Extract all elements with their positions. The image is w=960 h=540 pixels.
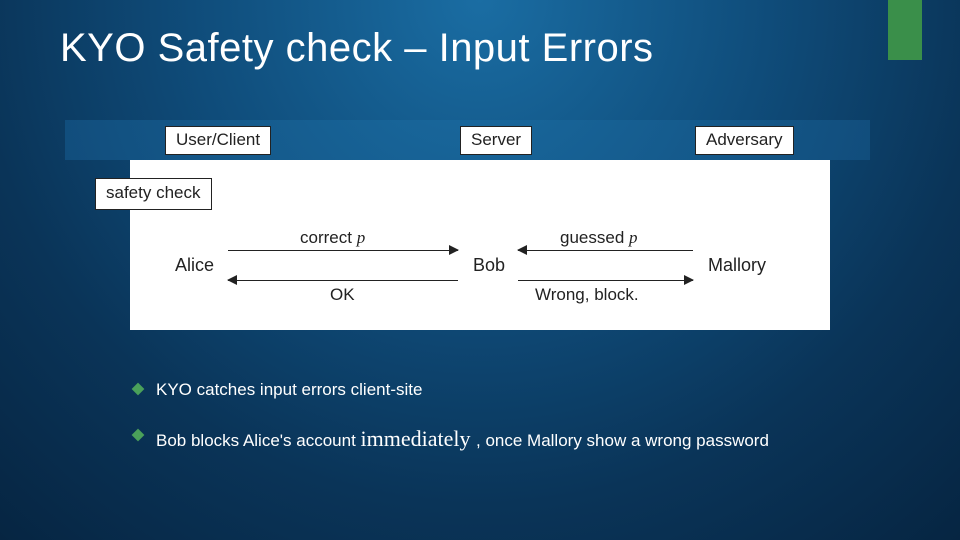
title-rest: Safety check – Input Errors [146,26,654,70]
label-correct-p: correct p [300,228,365,248]
bullet-2: Bob blocks Alice's account immediately ,… [132,424,880,455]
role-user-box: User/Client [165,126,271,155]
role-adversary-box: Adversary [695,126,794,155]
bullet-2-emph: immediately [361,426,476,451]
label-correct-var: p [357,228,366,247]
arrow-mallory-to-bob [518,250,693,251]
safety-check-box: safety check [95,178,212,210]
actor-bob: Bob [473,255,505,276]
arrow-alice-to-bob [228,250,458,251]
role-server-box: Server [460,126,532,155]
label-ok: OK [330,285,355,305]
label-correct-text: correct [300,228,357,247]
label-wrong-block: Wrong, block. [535,285,639,305]
bullet-2-pre: Bob blocks Alice's account [156,431,361,450]
accent-bar [888,0,922,60]
actor-alice: Alice [175,255,214,276]
bullet-1-text: KYO catches input errors client-site [156,380,422,399]
protocol-diagram: User/Client Server Adversary safety chec… [130,120,830,330]
label-guessed-text: guessed [560,228,629,247]
actor-mallory: Mallory [708,255,766,276]
arrow-bob-to-mallory [518,280,693,281]
title-kyo: KYO [60,26,146,70]
label-guessed-var: p [629,228,638,247]
arrow-bob-to-alice [228,280,458,281]
bullet-1: KYO catches input errors client-site [132,378,880,402]
slide-title: KYO Safety check – Input Errors [60,26,654,71]
label-guessed-p: guessed p [560,228,638,248]
slide: KYO Safety check – Input Errors User/Cli… [0,0,960,540]
bullet-list: KYO catches input errors client-site Bob… [132,378,880,477]
bullet-2-post: , once Mallory show a wrong password [476,431,769,450]
